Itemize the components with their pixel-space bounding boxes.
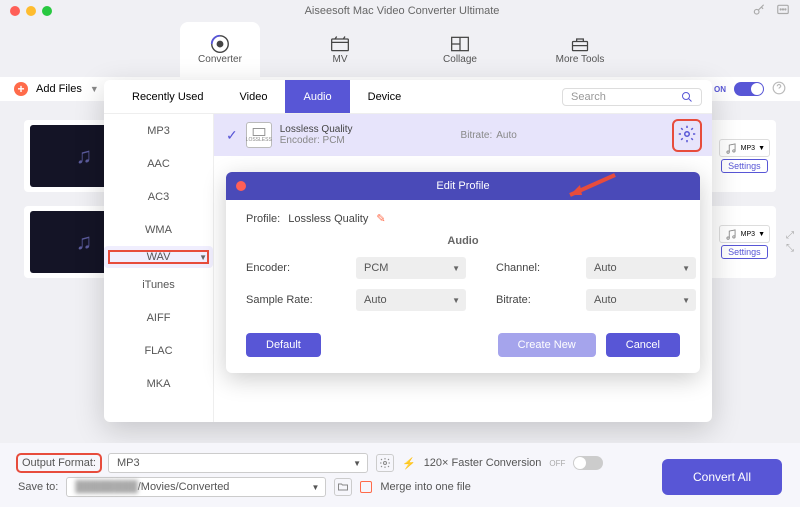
format-aac[interactable]: AAC	[104, 147, 213, 180]
encoder-select[interactable]: PCM	[356, 257, 466, 279]
format-mka[interactable]: MKA	[104, 367, 213, 400]
option-toggle[interactable]	[734, 82, 764, 96]
cancel-button[interactable]: Cancel	[606, 333, 680, 357]
format-thumb-icon: LOSSLESS	[246, 122, 272, 148]
modal-close[interactable]	[236, 181, 246, 191]
expand-icon[interactable]: ⤢	[786, 230, 794, 241]
check-icon: ✓	[226, 127, 238, 144]
settings-button[interactable]: Settings	[721, 159, 768, 173]
nav-converter[interactable]: Converter	[180, 22, 260, 77]
merge-checkbox[interactable]	[360, 481, 372, 493]
window-title: Aiseesoft Mac Video Converter Ultimate	[52, 5, 752, 17]
collapse-icon[interactable]: ⤡	[786, 243, 794, 254]
samplerate-select[interactable]: Auto	[356, 289, 466, 311]
help-icon[interactable]	[772, 81, 786, 98]
create-new-button[interactable]: Create New	[498, 333, 596, 357]
minimize-window[interactable]	[26, 6, 36, 16]
format-ac3[interactable]: AC3	[104, 180, 213, 213]
section-audio-title: Audio	[246, 235, 680, 247]
maximize-window[interactable]	[42, 6, 52, 16]
format-itunes[interactable]: iTunes	[104, 268, 213, 301]
tab-video[interactable]: Video	[222, 80, 286, 113]
convert-all-button[interactable]: Convert All	[662, 459, 782, 495]
toolbox-icon	[569, 34, 591, 54]
search-icon	[681, 91, 693, 103]
merge-label: Merge into one file	[380, 481, 471, 493]
format-flac[interactable]: FLAC	[104, 334, 213, 367]
default-button[interactable]: Default	[246, 333, 321, 357]
format-mp3[interactable]: MP3	[104, 114, 213, 147]
format-panel: Recently Used Video Audio Device Search …	[104, 80, 712, 422]
settings-button[interactable]: Settings	[721, 245, 768, 259]
edit-profile-gear[interactable]	[674, 121, 700, 150]
bitrate-value: Auto	[496, 130, 517, 141]
tab-audio[interactable]: Audio	[285, 80, 349, 113]
format-badge[interactable]: MP3 ▼	[719, 139, 770, 157]
format-badge[interactable]: MP3 ▼	[719, 225, 770, 243]
profile-title: Lossless Quality	[280, 124, 353, 135]
settings-gear-square[interactable]	[376, 454, 394, 472]
converter-icon	[209, 34, 231, 54]
profile-row[interactable]: ✓ LOSSLESS Lossless Quality Encoder: PCM…	[214, 114, 712, 156]
modal-title: Edit Profile	[436, 180, 489, 192]
format-list: MP3 AAC AC3 WMA WAV iTunes AIFF FLAC MKA	[104, 114, 214, 422]
faster-conversion-label: 120× Faster Conversion	[424, 457, 542, 469]
format-wav[interactable]: WAV	[104, 246, 213, 268]
key-icon[interactable]	[752, 3, 766, 20]
nav-moretools[interactable]: More Tools	[540, 22, 620, 77]
format-aiff[interactable]: AIFF	[104, 301, 213, 334]
annotation-arrow	[560, 170, 620, 200]
chat-icon[interactable]	[776, 3, 790, 20]
music-file-icon	[724, 228, 738, 240]
edit-pencil-icon[interactable]: ✎	[376, 212, 385, 225]
nav-mv[interactable]: MV	[300, 22, 380, 77]
gear-icon	[678, 125, 696, 143]
bitrate-select[interactable]: Auto	[586, 289, 696, 311]
chevron-down-icon[interactable]: ▼	[90, 84, 99, 94]
gear-icon	[379, 457, 391, 469]
profile-label: Profile:	[246, 213, 280, 225]
tab-device[interactable]: Device	[350, 80, 420, 113]
save-to-label: Save to:	[18, 481, 58, 493]
music-note-icon: ♫	[76, 143, 93, 169]
format-wma[interactable]: WMA	[104, 213, 213, 246]
tab-recently-used[interactable]: Recently Used	[114, 80, 222, 113]
nav-collage[interactable]: Collage	[420, 22, 500, 77]
open-folder-button[interactable]	[334, 478, 352, 496]
encoder-label: Encoder:	[246, 262, 326, 274]
channel-label: Channel:	[496, 262, 556, 274]
save-to-select[interactable]: ████████ /Movies/Converted	[66, 477, 326, 497]
output-format-label: Output Format:	[18, 455, 100, 471]
music-file-icon	[724, 142, 738, 154]
bitrate-label: Bitrate:	[461, 130, 493, 141]
add-files-label[interactable]: Add Files	[36, 83, 82, 95]
music-note-icon: ♫	[76, 229, 93, 255]
mv-icon	[329, 34, 351, 54]
profile-encoder: Encoder: PCM	[280, 135, 353, 146]
edit-profile-modal: Edit Profile Profile: Lossless Quality ✎…	[226, 172, 700, 373]
collage-icon	[449, 34, 471, 54]
profile-value: Lossless Quality	[288, 213, 368, 225]
bolt-icon: ⚡	[402, 457, 416, 470]
output-format-select[interactable]: MP3	[108, 453, 368, 473]
close-window[interactable]	[10, 6, 20, 16]
faster-toggle[interactable]	[573, 456, 603, 470]
off-label: OFF	[549, 459, 565, 468]
folder-icon	[337, 481, 349, 493]
bitrate-label: Bitrate:	[496, 294, 556, 306]
samplerate-label: Sample Rate:	[246, 294, 326, 306]
channel-select[interactable]: Auto	[586, 257, 696, 279]
add-files-plus-icon[interactable]: +	[14, 82, 28, 96]
search-input[interactable]: Search	[562, 88, 702, 106]
on-label: ON	[714, 85, 726, 94]
